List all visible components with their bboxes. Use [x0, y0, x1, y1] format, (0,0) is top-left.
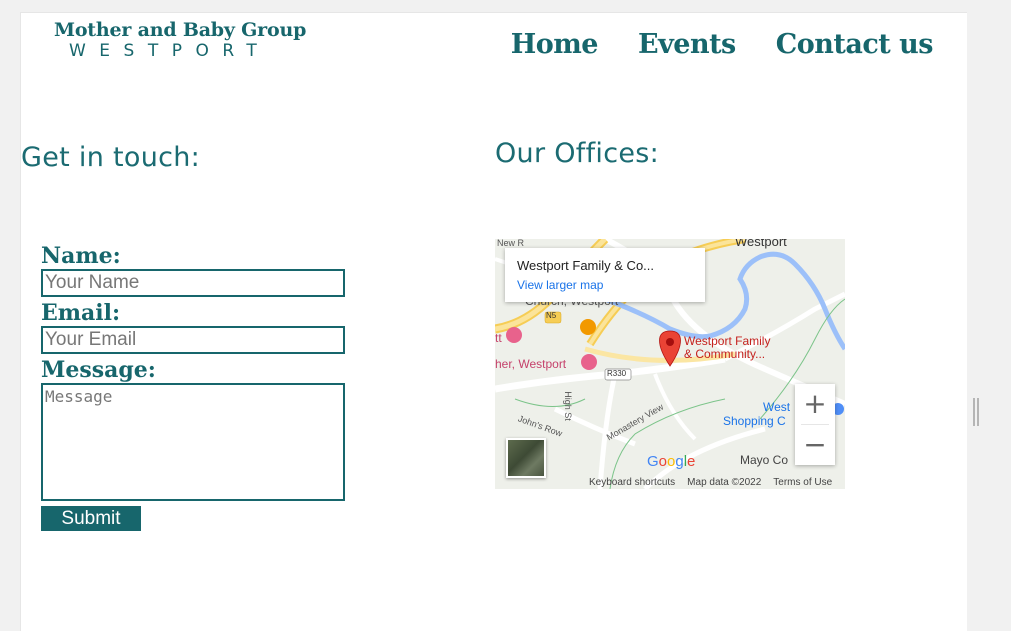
map-label-shopping-1: West	[763, 400, 791, 414]
logo-title: Mother and Baby Group	[54, 19, 307, 41]
zoom-out-button[interactable]: −	[795, 425, 835, 465]
map-label-n5: N5	[546, 311, 557, 320]
google-logo: Google	[647, 453, 696, 470]
logo-subtitle: WESTPORT	[69, 41, 271, 61]
keyboard-shortcuts-link[interactable]: Keyboard shortcuts	[589, 477, 675, 488]
map-label-r330: R330	[607, 369, 627, 378]
message-textarea[interactable]	[41, 383, 345, 501]
office-map[interactable]: New R Westport Church, Westport tt her, …	[495, 239, 845, 489]
map-label-shopping-2: Shopping C	[723, 414, 786, 428]
main-nav: Home Events Contact us	[511, 29, 934, 60]
map-label-westport-town: Westport	[735, 239, 787, 249]
map-attribution: Keyboard shortcuts Map data ©2022 Terms …	[589, 477, 832, 488]
email-label: Email:	[41, 300, 121, 326]
zoom-in-button[interactable]: +	[795, 384, 835, 424]
name-input[interactable]	[41, 269, 345, 297]
map-marker-label: Westport Family & Community...	[684, 335, 770, 361]
nav-home-link[interactable]: Home	[511, 29, 599, 60]
view-larger-map-link[interactable]: View larger map	[517, 278, 693, 292]
map-label-high-st: High St	[562, 391, 573, 421]
map-label-other-westport: her, Westport	[495, 357, 567, 371]
submit-button[interactable]: Submit	[41, 506, 141, 531]
map-data-text: Map data ©2022	[687, 477, 762, 488]
satellite-view-toggle[interactable]	[506, 438, 546, 478]
map-label-mayo: Mayo Co	[740, 453, 789, 467]
offices-heading: Our Offices:	[495, 138, 660, 170]
contact-form: Name: Email: Message: Submit	[41, 240, 351, 531]
map-place-name: Westport Family & Co...	[517, 258, 655, 273]
map-info-card: Westport Family & Co... View larger map	[505, 248, 705, 302]
terms-of-use-link[interactable]: Terms of Use	[773, 477, 832, 488]
resize-handle[interactable]	[973, 398, 979, 426]
nav-contact-link[interactable]: Contact us	[776, 29, 934, 60]
email-input[interactable]	[41, 326, 345, 354]
page: Mother and Baby Group WESTPORT Home Even…	[20, 12, 967, 631]
nav-events-link[interactable]: Events	[638, 29, 736, 60]
site-logo[interactable]: Mother and Baby Group WESTPORT	[54, 19, 307, 61]
map-zoom-controls: + −	[795, 384, 835, 465]
name-label: Name:	[41, 243, 121, 269]
map-marker-label-line1: Westport Family	[684, 334, 771, 348]
map-label-tt: tt	[495, 331, 502, 345]
map-marker-label-line2: & Community...	[684, 347, 766, 361]
message-label: Message:	[41, 357, 156, 383]
map-label-new-road: New R	[497, 239, 525, 248]
contact-heading: Get in touch:	[21, 142, 201, 174]
